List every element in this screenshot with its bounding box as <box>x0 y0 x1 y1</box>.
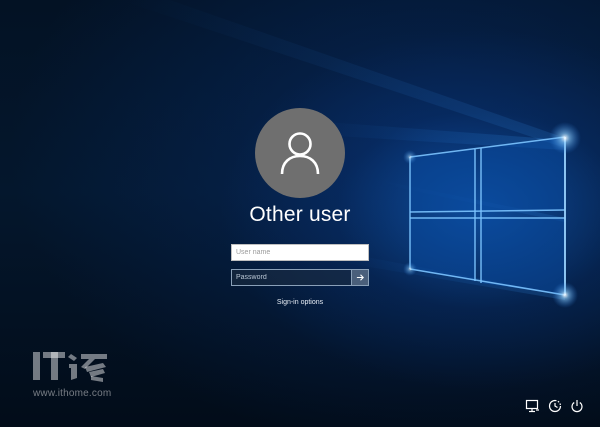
power-icon <box>571 400 583 413</box>
ease-of-access-button[interactable] <box>547 398 563 414</box>
user-icon <box>280 132 320 175</box>
arrow-right-icon <box>356 274 364 281</box>
watermark-site-text: www.ithome.com <box>33 388 112 399</box>
lock-screen: Other user Sign-in options www.ithome.co… <box>0 0 600 427</box>
network-button[interactable] <box>524 398 540 414</box>
username-input[interactable] <box>231 244 369 261</box>
password-input[interactable] <box>232 270 351 285</box>
user-display-name: Other user <box>249 203 351 226</box>
ease-of-access-icon <box>548 399 562 413</box>
power-button[interactable] <box>569 398 585 414</box>
password-field-row <box>231 269 369 286</box>
user-avatar <box>255 108 345 198</box>
sign-in-options-link[interactable]: Sign-in options <box>230 299 370 306</box>
network-icon <box>525 399 539 413</box>
submit-button[interactable] <box>351 270 368 285</box>
